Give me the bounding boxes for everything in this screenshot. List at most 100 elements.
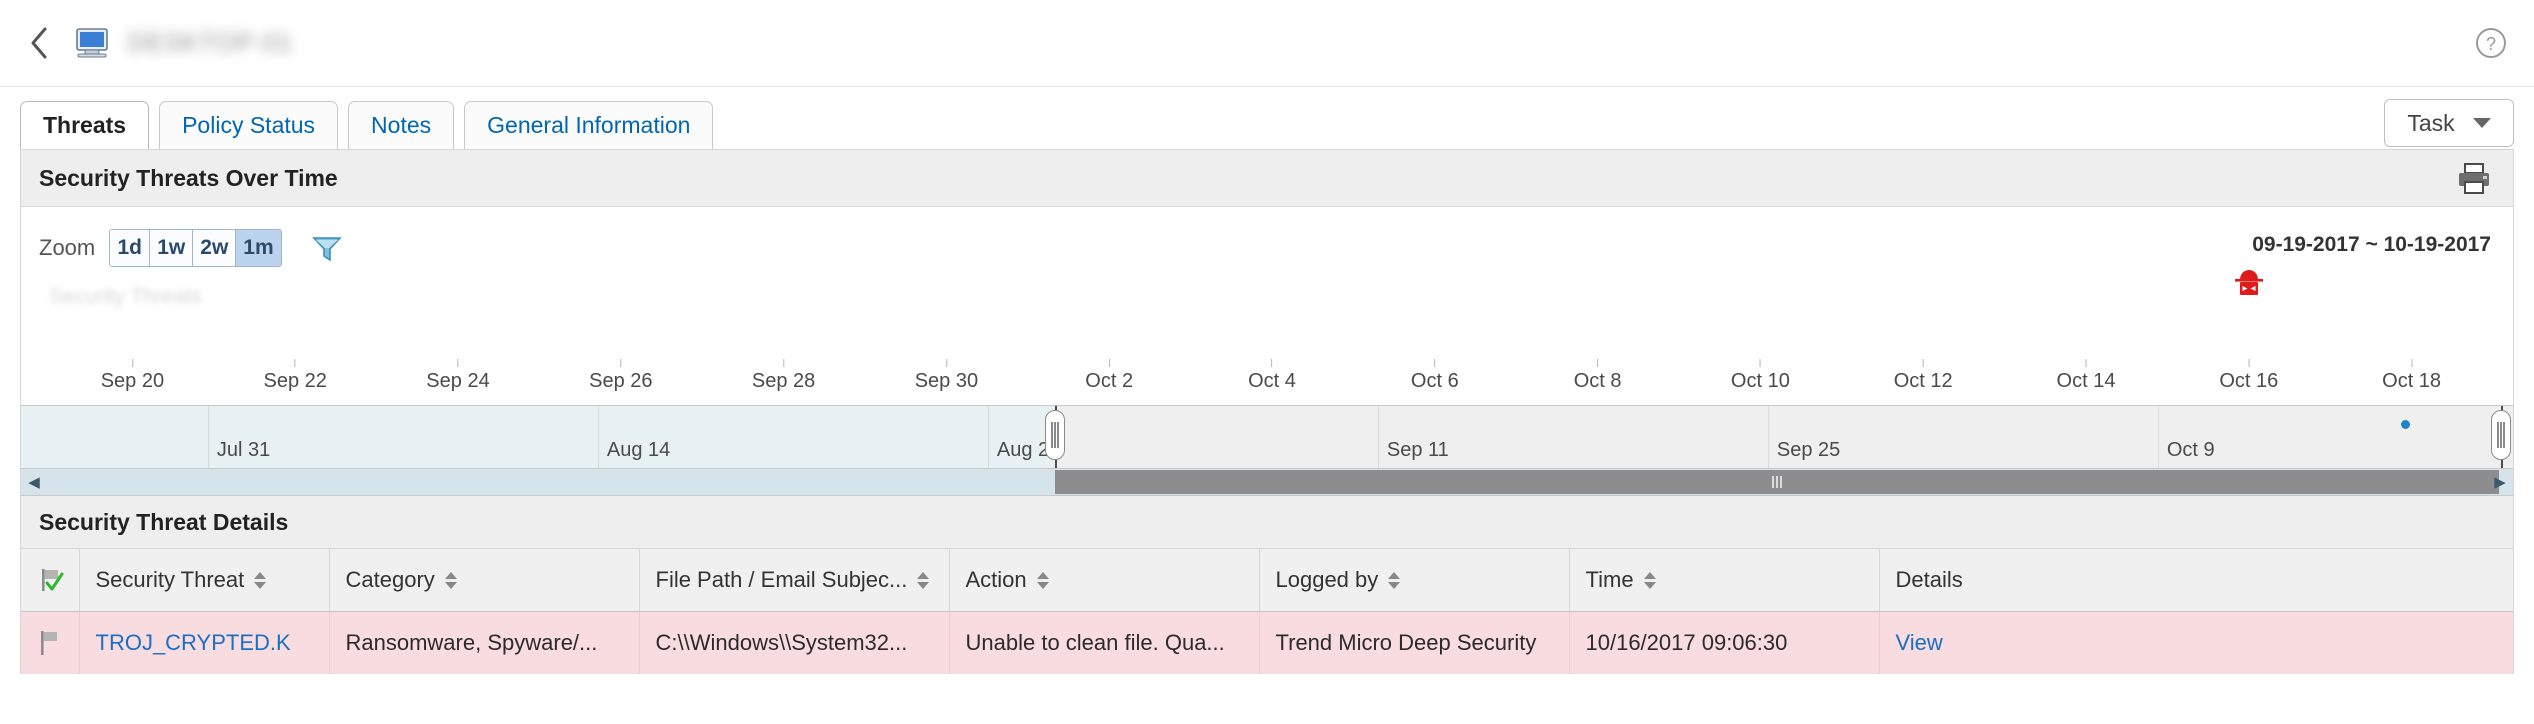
zoom-button-2w-label: 2w	[200, 236, 228, 260]
zoom-button-1d[interactable]: 1d	[110, 230, 150, 266]
x-axis-tick-label: Sep 26	[589, 370, 652, 392]
x-axis-tickmark	[295, 359, 296, 367]
cell-details[interactable]: View	[1879, 612, 2513, 675]
x-axis-tick-label: Sep 20	[101, 370, 164, 392]
zoom-button-1m[interactable]: 1m	[236, 230, 280, 266]
x-axis-tick: Oct 16	[2219, 359, 2278, 393]
chart-date-range: 09-19-2017 ~ 10-19-2017	[2252, 233, 2491, 257]
zoom-button-1m-label: 1m	[243, 236, 273, 260]
navigator-gridline	[2158, 406, 2159, 468]
x-axis-tickmark	[1760, 359, 1761, 367]
cell-security-threat[interactable]: TROJ_CRYPTED.K	[79, 612, 329, 675]
sort-arrows-icon	[1037, 572, 1049, 589]
x-axis-tick-label: Sep 28	[752, 370, 815, 392]
tab-notes-label: Notes	[371, 112, 431, 139]
x-axis-tick-label: Oct 16	[2219, 370, 2278, 392]
column-header-logged-by-label: Logged by	[1276, 567, 1379, 593]
column-header-details[interactable]: Details	[1879, 549, 2513, 612]
navigator-data-point[interactable]	[2401, 420, 2410, 429]
x-axis-tick: Oct 6	[1411, 359, 1459, 393]
cell-flag[interactable]	[21, 612, 79, 675]
details-view-link[interactable]: View	[1896, 630, 1943, 655]
column-header-action-label: Action	[966, 567, 1027, 593]
x-axis-tickmark	[457, 359, 458, 367]
navigator-selected-region[interactable]	[21, 406, 1055, 468]
x-axis-tick: Oct 4	[1248, 359, 1296, 393]
x-axis-tickmark	[2411, 359, 2412, 367]
column-header-time-label: Time	[1586, 567, 1634, 593]
cell-time: 10/16/2017 09:06:30	[1569, 612, 1879, 675]
x-axis-tick-label: Oct 10	[1731, 370, 1790, 392]
sort-arrows-icon	[1388, 572, 1400, 589]
navigator-right-handle[interactable]	[2491, 410, 2511, 460]
column-header-security-threat[interactable]: Security Threat	[79, 549, 329, 612]
scrollbar-left-arrow[interactable]: ◀	[21, 469, 47, 495]
panel-header: Security Threats Over Time	[21, 150, 2513, 207]
computer-icon	[72, 25, 112, 61]
chart-horizontal-scrollbar[interactable]: ◀ ▶	[21, 469, 2513, 496]
column-header-file-path-label: File Path / Email Subjec...	[656, 567, 908, 593]
x-axis-tickmark	[1109, 359, 1110, 367]
sort-arrows-icon	[917, 572, 929, 589]
zoom-controls: Zoom 1d 1w 2w 1m	[39, 229, 344, 267]
x-axis-tick: Sep 30	[915, 359, 978, 393]
navigator-left-handle[interactable]	[1045, 410, 1065, 460]
flag-outline-icon[interactable]	[37, 628, 63, 658]
table-row[interactable]: TROJ_CRYPTED.K Ransomware, Spyware/... C…	[21, 612, 2513, 675]
x-axis-tick-label: Sep 22	[263, 370, 326, 392]
sort-arrows-icon	[1644, 572, 1656, 589]
chart-plot-area[interactable]: Zoom 1d 1w 2w 1m	[21, 207, 2513, 359]
x-axis-tick: Oct 14	[2057, 359, 2116, 393]
chevron-down-icon	[2473, 118, 2491, 128]
scrollbar-thumb[interactable]	[1055, 470, 2499, 494]
column-header-details-label: Details	[1896, 567, 1963, 593]
x-axis-tick-label: Sep 24	[426, 370, 489, 392]
navigator-gridline	[1378, 406, 1379, 468]
printer-icon[interactable]	[2455, 161, 2493, 195]
column-header-file-path[interactable]: File Path / Email Subjec...	[639, 549, 949, 612]
tab-notes[interactable]: Notes	[348, 101, 454, 149]
tab-general-information[interactable]: General Information	[464, 101, 713, 149]
zoom-button-2w[interactable]: 2w	[193, 230, 236, 266]
x-axis-tick-label: Oct 14	[2057, 370, 2116, 392]
x-axis-tick: Sep 26	[589, 359, 652, 393]
scrollbar-right-arrow[interactable]: ▶	[2487, 469, 2513, 495]
help-circle-icon[interactable]: ?	[2474, 26, 2508, 60]
task-button-label: Task	[2407, 110, 2454, 137]
column-header-category[interactable]: Category	[329, 549, 639, 612]
tab-threats[interactable]: Threats	[20, 101, 149, 149]
tab-bar: Threats Policy Status Notes General Info…	[0, 87, 2534, 149]
back-button[interactable]	[24, 23, 54, 63]
task-button[interactable]: Task	[2384, 99, 2514, 147]
x-axis-tick: Sep 22	[263, 359, 326, 393]
chart-range-navigator[interactable]: Jul 31Aug 14Aug 28Sep 11Sep 25Oct 9	[21, 406, 2513, 469]
cell-action: Unable to clean file. Qua...	[949, 612, 1259, 675]
tab-policy-status-label: Policy Status	[182, 112, 315, 139]
column-header-logged-by[interactable]: Logged by	[1259, 549, 1569, 612]
column-header-action[interactable]: Action	[949, 549, 1259, 612]
page-title: DESKTOP-01	[128, 29, 293, 58]
x-axis-tick-label: Oct 6	[1411, 370, 1459, 392]
tab-policy-status[interactable]: Policy Status	[159, 101, 338, 149]
security-threats-panel: Security Threats Over Time Zoom 1d 1w 2w	[20, 149, 2514, 674]
column-header-flag[interactable]	[21, 549, 79, 612]
column-header-time[interactable]: Time	[1569, 549, 1879, 612]
security-threat-link[interactable]: TROJ_CRYPTED.K	[96, 630, 291, 655]
panel-title: Security Threats Over Time	[39, 165, 338, 192]
x-axis-tick: Oct 2	[1085, 359, 1133, 393]
x-axis-tickmark	[620, 359, 621, 367]
navigator-tick-label: Oct 9	[2167, 439, 2215, 462]
details-panel-title: Security Threat Details	[39, 509, 288, 536]
zoom-button-1w-label: 1w	[157, 236, 185, 260]
threat-hat-icon[interactable]	[2232, 267, 2266, 301]
x-axis-tick: Oct 10	[1731, 359, 1790, 393]
svg-text:?: ?	[2486, 34, 2496, 54]
navigator-gridline	[208, 406, 209, 468]
zoom-button-1w[interactable]: 1w	[150, 230, 193, 266]
navigator-tick-label: Sep 11	[1387, 439, 1449, 462]
sort-arrows-icon	[445, 572, 457, 589]
sort-arrows-icon	[254, 572, 266, 589]
x-axis-tickmark	[1597, 359, 1598, 367]
filter-funnel-icon[interactable]	[310, 231, 344, 265]
chart-x-axis: Sep 20 Sep 22 Sep 24 Sep 26 Sep 28 Sep 30 Oct …	[21, 359, 2513, 406]
